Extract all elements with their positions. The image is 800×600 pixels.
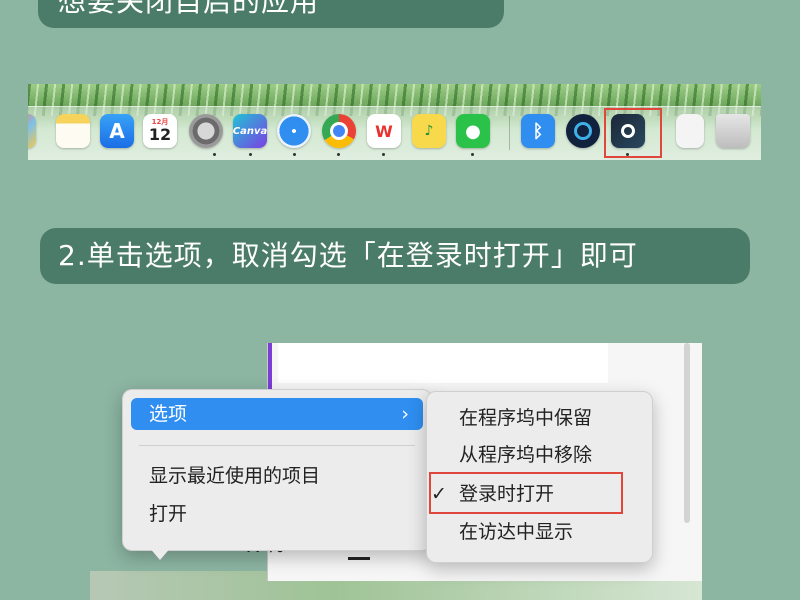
running-dot bbox=[293, 153, 296, 156]
calendar-day: 12 bbox=[148, 125, 172, 144]
header-title: 想要关闭自启的应用 bbox=[58, 0, 320, 18]
system-settings-icon[interactable] bbox=[189, 114, 223, 148]
submenu-keep-in-dock[interactable]: 在程序坞中保留 bbox=[441, 402, 644, 434]
menu-item-open[interactable]: 打开 bbox=[131, 498, 423, 530]
menu-item-open-label: 打开 bbox=[149, 503, 188, 525]
submenu-show-in-finder-label: 在访达中显示 bbox=[459, 521, 574, 543]
canva-icon[interactable]: Canva bbox=[233, 114, 267, 148]
submenu-show-in-finder[interactable]: 在访达中显示 bbox=[441, 516, 644, 548]
running-dot bbox=[213, 153, 216, 156]
notes-icon[interactable] bbox=[56, 114, 90, 148]
chevron-right-icon: › bbox=[401, 403, 409, 425]
dock-screenshot: A 12月 12 Canva W ♪ ● ᛒ bbox=[28, 84, 761, 160]
menu-item-options[interactable]: 选项 › bbox=[131, 398, 423, 430]
network-icon[interactable] bbox=[566, 114, 600, 148]
running-dot bbox=[626, 153, 629, 156]
context-menu-screenshot: 47% 选项 › 显示最近使用的项目 打开 在程序坞中保留 从程序坞中移除 ✓ … bbox=[90, 343, 702, 600]
running-dot bbox=[337, 153, 340, 156]
launchpad-icon[interactable] bbox=[28, 114, 36, 148]
wps-label: W bbox=[375, 121, 393, 141]
scrollbar[interactable] bbox=[684, 343, 690, 523]
chrome-icon[interactable] bbox=[322, 114, 356, 148]
step2-pill: 2.单击选项，取消勾选「在登录时打开」即可 bbox=[40, 228, 750, 284]
wechat-icon[interactable]: ● bbox=[456, 114, 490, 148]
bluetooth-icon[interactable]: ᛒ bbox=[521, 114, 555, 148]
submenu-remove-from-dock[interactable]: 从程序坞中移除 bbox=[441, 439, 644, 471]
wps-icon[interactable]: W bbox=[367, 114, 401, 148]
header-title-pill: 想要关闭自启的应用 bbox=[38, 0, 504, 28]
trash-icon[interactable] bbox=[716, 114, 750, 148]
window-content bbox=[278, 343, 608, 383]
preview-icon[interactable] bbox=[676, 114, 704, 148]
dock-separator bbox=[509, 116, 510, 150]
steam-highlight-box bbox=[604, 108, 662, 158]
chrome-center bbox=[330, 122, 348, 140]
safari-icon[interactable] bbox=[277, 114, 311, 148]
submenu-remove-from-dock-label: 从程序坞中移除 bbox=[459, 444, 593, 466]
qq-music-icon[interactable]: ♪ bbox=[412, 114, 446, 148]
menu-item-recent[interactable]: 显示最近使用的项目 bbox=[131, 460, 423, 492]
menu-separator bbox=[139, 445, 415, 446]
app-store-icon[interactable]: A bbox=[100, 114, 134, 148]
canva-label: Canva bbox=[232, 125, 268, 137]
calendar-icon[interactable]: 12月 12 bbox=[143, 114, 177, 148]
dock-context-menu: 选项 › 显示最近使用的项目 打开 bbox=[122, 389, 432, 551]
network-ring bbox=[574, 122, 592, 140]
menu-item-options-label: 选项 bbox=[149, 403, 188, 425]
open-at-login-highlight-box bbox=[429, 472, 623, 514]
menu-item-recent-label: 显示最近使用的项目 bbox=[149, 465, 321, 487]
running-dot bbox=[471, 153, 474, 156]
running-dot bbox=[382, 153, 385, 156]
submenu-keep-in-dock-label: 在程序坞中保留 bbox=[459, 407, 593, 429]
window-accent bbox=[268, 343, 272, 395]
running-dot bbox=[249, 153, 252, 156]
step2-text: 2.单击选项，取消勾选「在登录时打开」即可 bbox=[58, 239, 638, 272]
menu-pointer bbox=[148, 546, 172, 560]
